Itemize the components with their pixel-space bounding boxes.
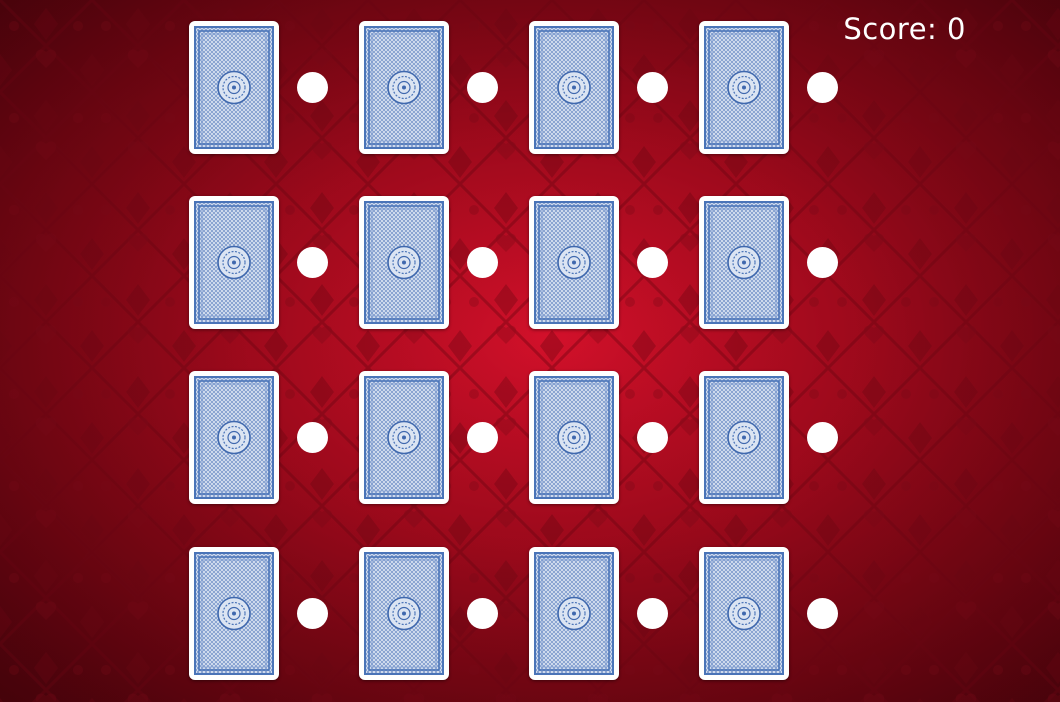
selector-dot-icon-r2-c4[interactable] <box>807 247 838 278</box>
score-display: Score: 0 <box>843 12 966 46</box>
card-r2-c4[interactable] <box>699 196 789 329</box>
selector-dot-icon-r3-c3[interactable] <box>637 422 668 453</box>
selector-dot-icon-r4-c2[interactable] <box>467 598 498 629</box>
selector-dot-icon-r3-c2[interactable] <box>467 422 498 453</box>
card-back-medallion-icon <box>364 552 444 675</box>
score-value: 0 <box>947 12 966 46</box>
card-back-medallion-icon <box>704 26 784 149</box>
card-back-medallion-icon <box>194 201 274 324</box>
card-r2-c1[interactable] <box>189 196 279 329</box>
selector-dot-icon-r1-c1[interactable] <box>297 72 328 103</box>
card-r4-c1[interactable] <box>189 547 279 680</box>
card-back-medallion-icon <box>704 376 784 499</box>
card-back-medallion-icon <box>704 201 784 324</box>
card-back-medallion-icon <box>534 201 614 324</box>
card-r1-c4[interactable] <box>699 21 789 154</box>
card-back-medallion-icon <box>194 552 274 675</box>
selector-dot-icon-r1-c3[interactable] <box>637 72 668 103</box>
selector-dot-icon-r4-c3[interactable] <box>637 598 668 629</box>
selector-dot-icon-r3-c1[interactable] <box>297 422 328 453</box>
card-r3-c3[interactable] <box>529 371 619 504</box>
card-r1-c2[interactable] <box>359 21 449 154</box>
card-back-medallion-icon <box>534 552 614 675</box>
card-back-medallion-icon <box>194 376 274 499</box>
card-r2-c2[interactable] <box>359 196 449 329</box>
card-r4-c4[interactable] <box>699 547 789 680</box>
selector-dot-icon-r4-c4[interactable] <box>807 598 838 629</box>
card-back-medallion-icon <box>534 376 614 499</box>
card-back-medallion-icon <box>364 376 444 499</box>
selector-dot-icon-r3-c4[interactable] <box>807 422 838 453</box>
card-r1-c3[interactable] <box>529 21 619 154</box>
card-back-medallion-icon <box>364 26 444 149</box>
card-back-medallion-icon <box>194 26 274 149</box>
card-r1-c1[interactable] <box>189 21 279 154</box>
selector-dot-icon-r4-c1[interactable] <box>297 598 328 629</box>
selector-dot-icon-r2-c3[interactable] <box>637 247 668 278</box>
selector-dot-icon-r2-c2[interactable] <box>467 247 498 278</box>
card-back-medallion-icon <box>364 201 444 324</box>
card-r2-c3[interactable] <box>529 196 619 329</box>
card-grid <box>0 0 1060 702</box>
card-back-medallion-icon <box>704 552 784 675</box>
card-r4-c3[interactable] <box>529 547 619 680</box>
card-back-medallion-icon <box>534 26 614 149</box>
card-r3-c2[interactable] <box>359 371 449 504</box>
card-r3-c1[interactable] <box>189 371 279 504</box>
card-r3-c4[interactable] <box>699 371 789 504</box>
selector-dot-icon-r1-c2[interactable] <box>467 72 498 103</box>
score-label: Score: <box>843 12 938 46</box>
selector-dot-icon-r2-c1[interactable] <box>297 247 328 278</box>
selector-dot-icon-r1-c4[interactable] <box>807 72 838 103</box>
card-r4-c2[interactable] <box>359 547 449 680</box>
